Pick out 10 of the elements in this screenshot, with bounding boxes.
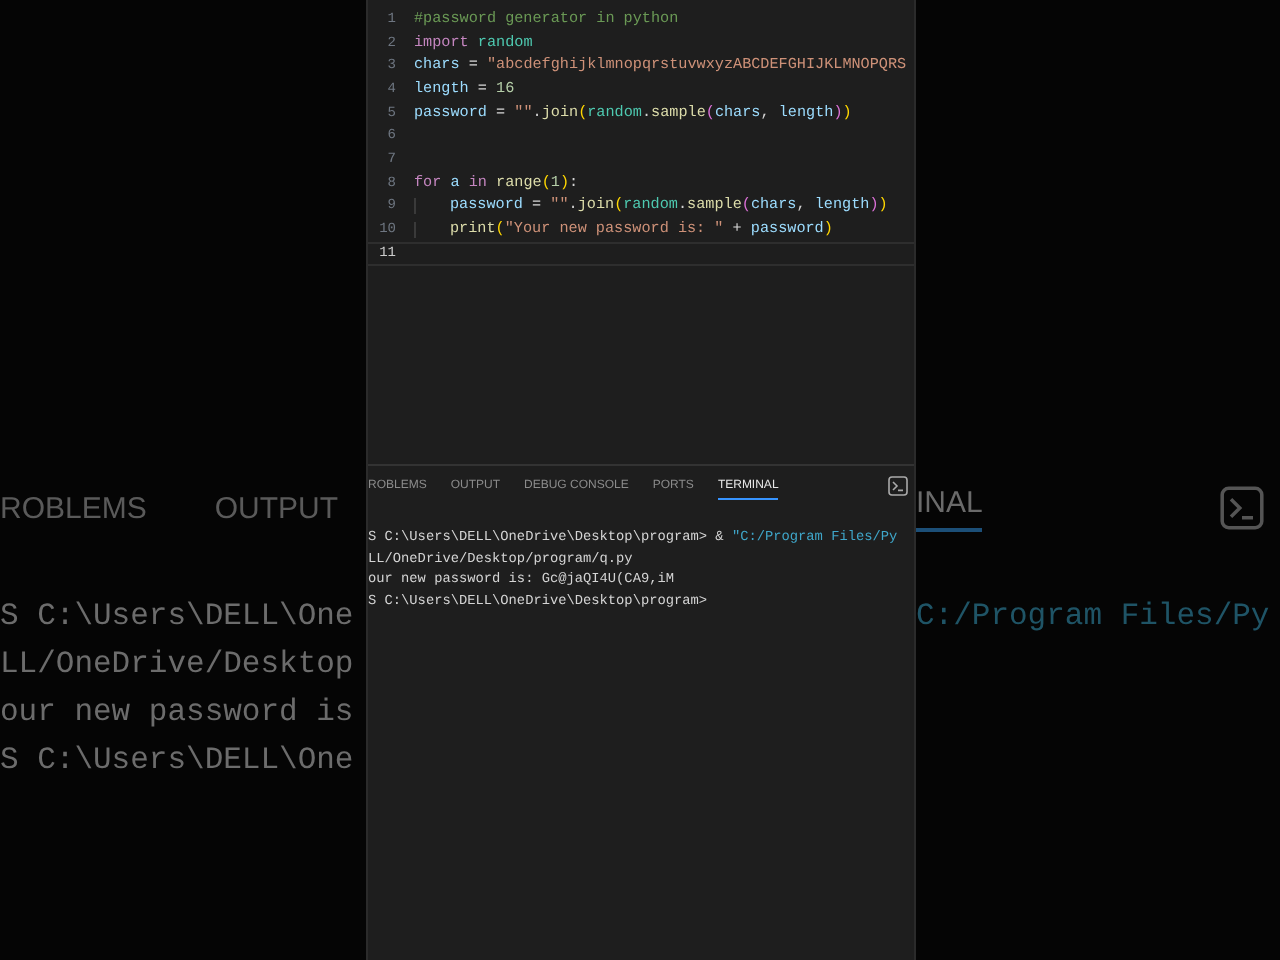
blurred-terminal-line: S C:\Users\DELL\One bbox=[0, 596, 356, 638]
blurred-terminal-line: our new password is bbox=[0, 692, 356, 734]
blurred-tab-label: INAL bbox=[916, 485, 983, 531]
blurred-terminal-line: LL/OneDrive/Desktop bbox=[0, 644, 356, 686]
blurred-tab-label: ROBLEMS bbox=[0, 491, 147, 525]
terminal-icon[interactable] bbox=[888, 476, 908, 496]
blurred-tab-label: OUTPUT bbox=[214, 491, 339, 525]
blurred-terminal-line: S C:\Users\DELL\One bbox=[0, 740, 356, 782]
blurred-terminal-icon bbox=[1220, 486, 1264, 530]
blurred-terminal-line: C:/Program Files/Py bbox=[916, 596, 1272, 638]
